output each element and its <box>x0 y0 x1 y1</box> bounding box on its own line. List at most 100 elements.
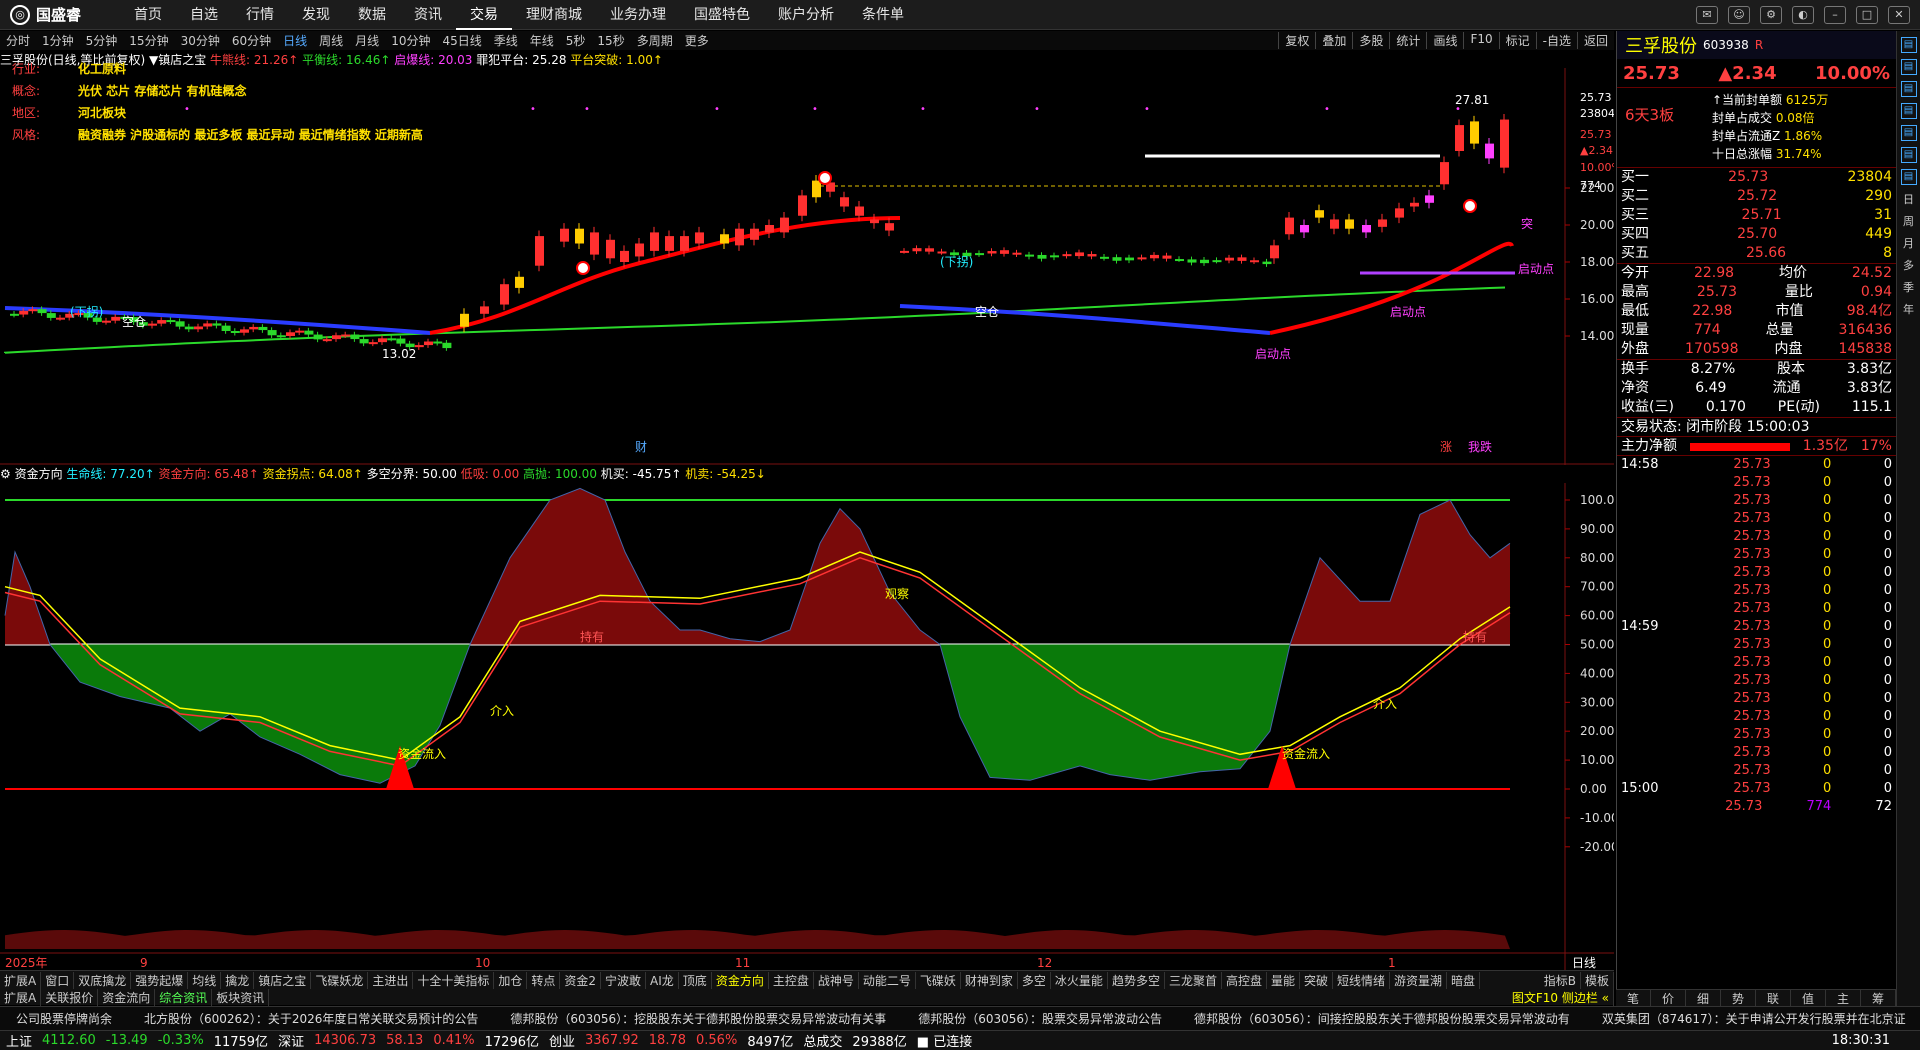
period-tab[interactable]: 5分钟 <box>80 32 124 49</box>
indicator-tab[interactable]: 动能二号 <box>859 971 916 989</box>
indicator-tab[interactable]: 资金方向 <box>712 971 769 989</box>
indicator-tab[interactable]: 扩展A <box>0 971 42 989</box>
period-tab[interactable]: 周线 <box>313 32 349 49</box>
indicator-tab[interactable]: 擒龙 <box>221 971 255 989</box>
tool-3-icon[interactable]: ▤ <box>1900 103 1917 119</box>
indicator-tab[interactable]: 主控盘 <box>769 971 814 989</box>
news-item[interactable]: 德邦股份（603056）：间接控股股东关于德邦股份股票交易异常波动有 <box>1178 1010 1586 1027</box>
period-tab[interactable]: 30分钟 <box>175 32 226 49</box>
sidebar-period[interactable]: 周 <box>1903 213 1914 229</box>
chart-tool-button[interactable]: 返回 <box>1576 32 1614 49</box>
fund-direction-chart[interactable]: 100.090.0080.0070.0060.0050.0040.0030.00… <box>0 483 1614 970</box>
menu-item-0[interactable]: 首页 <box>120 0 176 30</box>
indicator-tab[interactable]: 均线 <box>188 971 222 989</box>
chart-tool-button[interactable]: F10 <box>1463 32 1498 49</box>
indicator-tab-right[interactable]: 模板 <box>1581 971 1614 989</box>
info-tab[interactable]: 综合资讯 <box>155 988 213 1006</box>
period-tab[interactable]: 年线 <box>524 32 560 49</box>
menu-item-9[interactable]: 国盛特色 <box>680 0 764 30</box>
tool-4-icon[interactable]: ▤ <box>1900 125 1917 141</box>
indicator-tab[interactable]: AI龙 <box>646 971 679 989</box>
menu-item-11[interactable]: 条件单 <box>848 0 918 30</box>
indicator-tab[interactable]: 加仓 <box>494 971 528 989</box>
period-tab[interactable]: 15秒 <box>591 32 630 49</box>
indicator-tab[interactable]: 趋势多空 <box>1108 971 1165 989</box>
indicator-tab[interactable]: 量能 <box>1267 971 1300 989</box>
chart-tool-button[interactable]: 叠加 <box>1315 32 1352 49</box>
window-5-icon[interactable]: □ <box>1856 5 1878 24</box>
indicator-tab[interactable]: 双底擒龙 <box>74 971 132 989</box>
quote-tab[interactable]: 主 <box>1826 990 1861 1006</box>
indicator-tab[interactable]: 强势起爆 <box>131 971 189 989</box>
window-1-icon[interactable]: ☺ <box>1728 5 1750 24</box>
menu-item-10[interactable]: 账户分析 <box>764 0 848 30</box>
sidebar-period[interactable]: 月 <box>1903 235 1914 251</box>
tool-2-icon[interactable]: ▤ <box>1900 81 1917 97</box>
quote-tab[interactable]: 筹 <box>1861 990 1896 1006</box>
chart-tool-button[interactable]: 画线 <box>1426 32 1463 49</box>
period-tab[interactable]: 10分钟 <box>385 32 436 49</box>
period-tab[interactable]: 45日线 <box>436 32 487 49</box>
chart-tool-button[interactable]: 统计 <box>1389 32 1426 49</box>
quote-tab[interactable]: 细 <box>1686 990 1721 1006</box>
indicator-tab[interactable]: 宁波敢 <box>601 971 647 989</box>
window-4-icon[interactable]: – <box>1824 5 1846 24</box>
indicator-tab[interactable]: 财神到家 <box>961 971 1018 989</box>
indicator-tab[interactable]: 高控盘 <box>1222 971 1267 989</box>
menu-item-8[interactable]: 业务办理 <box>596 0 680 30</box>
indicator-tab[interactable]: 主进出 <box>368 971 414 989</box>
indicator-tab[interactable]: 三龙聚首 <box>1165 971 1222 989</box>
period-tab[interactable]: 更多 <box>679 32 715 49</box>
period-tab[interactable]: 1分钟 <box>36 32 80 49</box>
period-tab[interactable]: 多周期 <box>631 32 679 49</box>
period-tab[interactable]: 分时 <box>0 32 36 49</box>
indicator-tab[interactable]: 资金2 <box>560 971 602 989</box>
chart-tool-button[interactable]: 复权 <box>1278 32 1315 49</box>
news-item[interactable]: 双英集团（874617）：关于申请公开发行股票并在北京证 <box>1586 1010 1920 1027</box>
indicator-tab[interactable]: 突破 <box>1300 971 1334 989</box>
period-tab[interactable]: 60分钟 <box>226 32 277 49</box>
quote-tab[interactable]: 联 <box>1756 990 1791 1006</box>
window-0-icon[interactable]: ✉ <box>1696 5 1718 24</box>
indicator-tab[interactable]: 冰火量能 <box>1051 971 1108 989</box>
sidebar-period[interactable]: 年 <box>1903 301 1914 317</box>
indicator-tab[interactable]: 窗口 <box>41 971 75 989</box>
indicator-tab-right[interactable]: 指标B <box>1540 971 1581 989</box>
period-tab[interactable]: 15分钟 <box>123 32 174 49</box>
info-tab[interactable]: 关联报价 <box>41 988 99 1006</box>
period-tab[interactable]: 季线 <box>488 32 524 49</box>
period-tab[interactable]: 日线 <box>277 32 313 49</box>
news-item[interactable]: 德邦股份（603056）：股票交易异常波动公告 <box>902 1010 1178 1027</box>
chart-tool-button[interactable]: 多股 <box>1352 32 1389 49</box>
indicator-tab[interactable]: 转点 <box>527 971 561 989</box>
news-item[interactable]: 德邦股份（603056）：挖股股东关于德邦股份股票交易异常波动有关事 <box>494 1010 902 1027</box>
menu-item-2[interactable]: 行情 <box>232 0 288 30</box>
chart-tool-button[interactable]: -自选 <box>1535 32 1577 49</box>
window-3-icon[interactable]: ◐ <box>1792 5 1814 24</box>
indicator-tab[interactable]: 战神号 <box>814 971 859 989</box>
news-right[interactable]: 图文F10 侧边栏 « <box>1508 988 1614 1006</box>
info-tab[interactable]: 板块资讯 <box>212 988 270 1006</box>
sidebar-period[interactable]: 多 <box>1903 257 1914 273</box>
indicator-tab[interactable]: 十全十美指标 <box>413 971 495 989</box>
tool-5-icon[interactable]: ▤ <box>1900 147 1917 163</box>
news-item[interactable]: 公司股票停牌尚余 <box>0 1010 128 1027</box>
menu-item-1[interactable]: 自选 <box>176 0 232 30</box>
indicator-tab[interactable]: 顶底 <box>679 971 712 989</box>
window-6-icon[interactable]: ✕ <box>1888 5 1910 24</box>
indicator-tab[interactable]: 暗盘 <box>1447 971 1481 989</box>
quote-tab[interactable]: 价 <box>1651 990 1686 1006</box>
indicator-tab[interactable]: 飞碟妖龙 <box>311 971 369 989</box>
quote-tab[interactable]: 笔 <box>1616 990 1651 1006</box>
quote-tab[interactable]: 值 <box>1791 990 1826 1006</box>
tool-6-icon[interactable]: ▤ <box>1900 169 1917 185</box>
window-2-icon[interactable]: ⚙ <box>1760 5 1782 24</box>
menu-item-3[interactable]: 发现 <box>288 0 344 30</box>
indicator-tab[interactable]: 游资量潮 <box>1390 971 1448 989</box>
menu-item-6[interactable]: 交易 <box>456 0 512 30</box>
sidebar-period[interactable]: 日 <box>1903 191 1914 207</box>
chart-tool-button[interactable]: 标记 <box>1498 32 1536 49</box>
indicator-tab[interactable]: 短线情绪 <box>1333 971 1391 989</box>
tool-1-icon[interactable]: ▤ <box>1900 59 1917 75</box>
menu-item-7[interactable]: 理财商城 <box>512 0 596 30</box>
